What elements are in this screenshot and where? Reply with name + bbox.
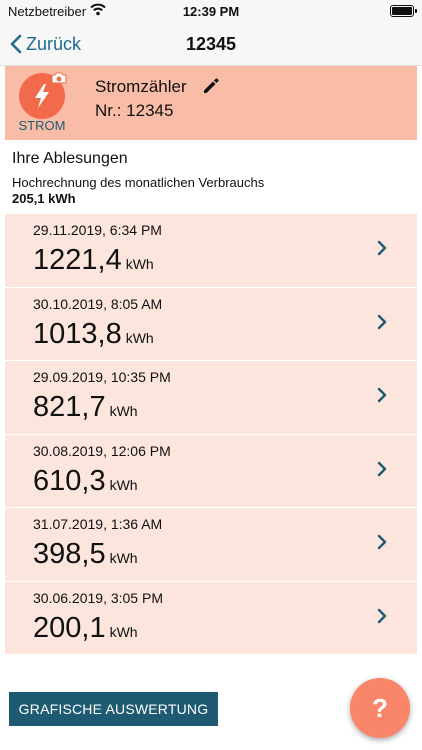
reading-date: 29.11.2019, 6:34 PM [33,222,162,238]
reading-value: 200,1 kWh [33,611,138,644]
reading-date: 29.09.2019, 10:35 PM [33,369,171,385]
chart-analysis-button[interactable]: GRAFISCHE AUSWERTUNG [9,692,218,726]
reading-row[interactable]: 30.08.2019, 12:06 PM 610,3 kWh [5,434,417,508]
camera-icon [51,72,67,84]
status-time: 12:39 PM [182,4,240,19]
reading-unit: kWh [109,550,138,566]
reading-date: 30.06.2019, 3:05 PM [33,589,163,606]
meter-icon[interactable] [19,72,67,119]
reading-row[interactable]: 30.10.2019, 8:05 AM 1013,8 kWh [5,287,417,361]
chevron-right-icon [377,387,387,403]
status-bar: Netzbetreiber 12:39 PM [0,0,422,22]
reading-value: 610,3 kWh [33,464,138,497]
navigation-bar: Zurück 12345 [0,22,422,66]
reading-row[interactable]: 29.11.2019, 6:34 PM 1221,4 kWh [5,214,417,288]
reading-date: 30.10.2019, 8:05 AM [33,295,163,312]
reading-unit: kWh [125,256,154,272]
projection-label: Hochrechnung des monatlichen Verbrauchs [12,175,265,190]
reading-date: 30.08.2019, 12:06 PM [33,442,171,459]
chevron-right-icon [377,461,387,476]
reading-unit: kWh [109,623,138,640]
chevron-right-icon [377,314,387,329]
readings-summary: Ihre Ablesungen Hochrechnung des monatli… [12,150,412,206]
projection-value: 205,1 kWh [12,191,76,206]
reading-value: 398,5 kWh [33,538,138,570]
section-heading: Ihre Ablesungen [12,150,128,167]
meter-type-label: STROM [18,118,66,133]
chevron-right-icon [377,534,387,550]
reading-value: 821,7 kWh [33,391,138,423]
reading-value: 1013,8 kWh [33,317,154,350]
reading-unit: kWh [109,476,138,493]
readings-list: 29.11.2019, 6:34 PM 1221,4 kWh 30.10.2019… [5,214,417,655]
reading-row[interactable]: 30.06.2019, 3:05 PM 200,1 kWh [5,581,417,655]
page-title: 12345 [185,34,237,54]
reading-value: 1221,4 kWh [33,244,154,276]
chevron-right-icon [377,240,387,256]
reading-unit: kWh [109,403,138,419]
pencil-icon[interactable] [201,76,221,96]
battery-icon [390,5,417,17]
meter-name: Stromzähler [95,77,187,96]
reading-unit: kWh [125,329,154,346]
reading-date: 31.07.2019, 1:36 AM [33,516,163,532]
lightning-icon [35,84,49,108]
meter-header: STROM Stromzähler Nr.: 12345 [5,66,417,140]
reading-row[interactable]: 29.09.2019, 10:35 PM 821,7 kWh [5,361,417,435]
help-button[interactable]: ? [350,678,410,738]
reading-row[interactable]: 31.07.2019, 1:36 AM 398,5 kWh [5,508,417,582]
chevron-right-icon [377,608,387,623]
meter-number: Nr.: 12345 [95,101,174,120]
